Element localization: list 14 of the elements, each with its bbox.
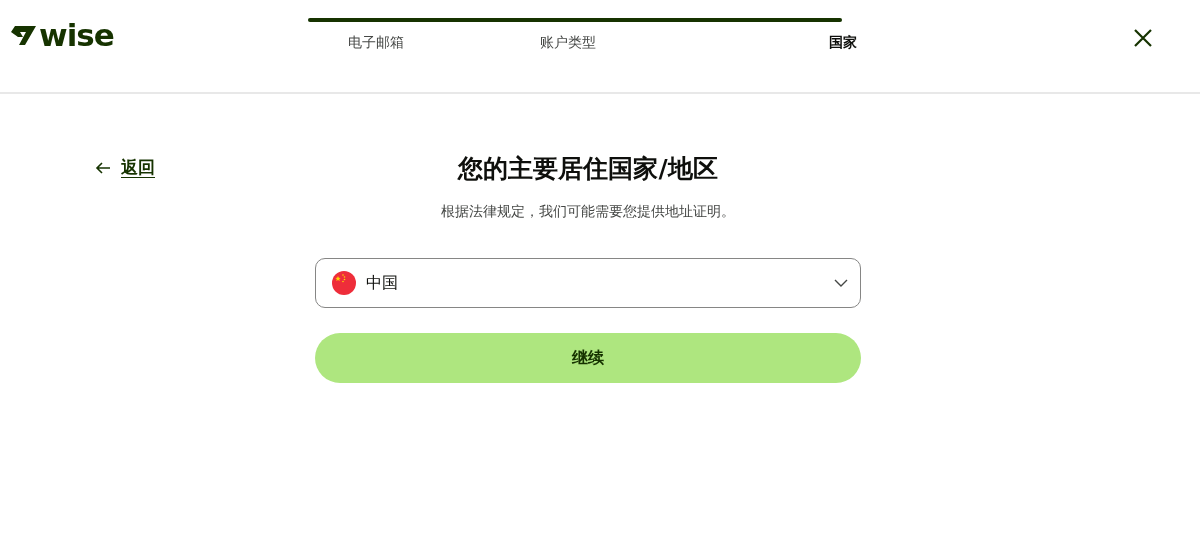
- subtitle: 根据法律规定，我们可能需要您提供地址证明。: [441, 203, 735, 221]
- arrow-left-icon: [95, 161, 111, 174]
- back-link[interactable]: 返回: [121, 156, 155, 179]
- country-select[interactable]: 中国: [315, 258, 861, 308]
- chevron-down-icon: [834, 279, 848, 287]
- step-tab[interactable]: 电子邮箱: [279, 34, 473, 52]
- flag-icon: [332, 271, 356, 295]
- step-tab[interactable]: 国家: [664, 34, 857, 52]
- continue-button[interactable]: 继续: [315, 333, 861, 383]
- step-tab[interactable]: 账户类型: [472, 34, 665, 52]
- logo-icon: [9, 24, 37, 46]
- page-title: 您的主要居住国家/地区: [458, 153, 718, 185]
- logo-text: wise: [39, 18, 114, 52]
- close-icon[interactable]: [1133, 28, 1153, 48]
